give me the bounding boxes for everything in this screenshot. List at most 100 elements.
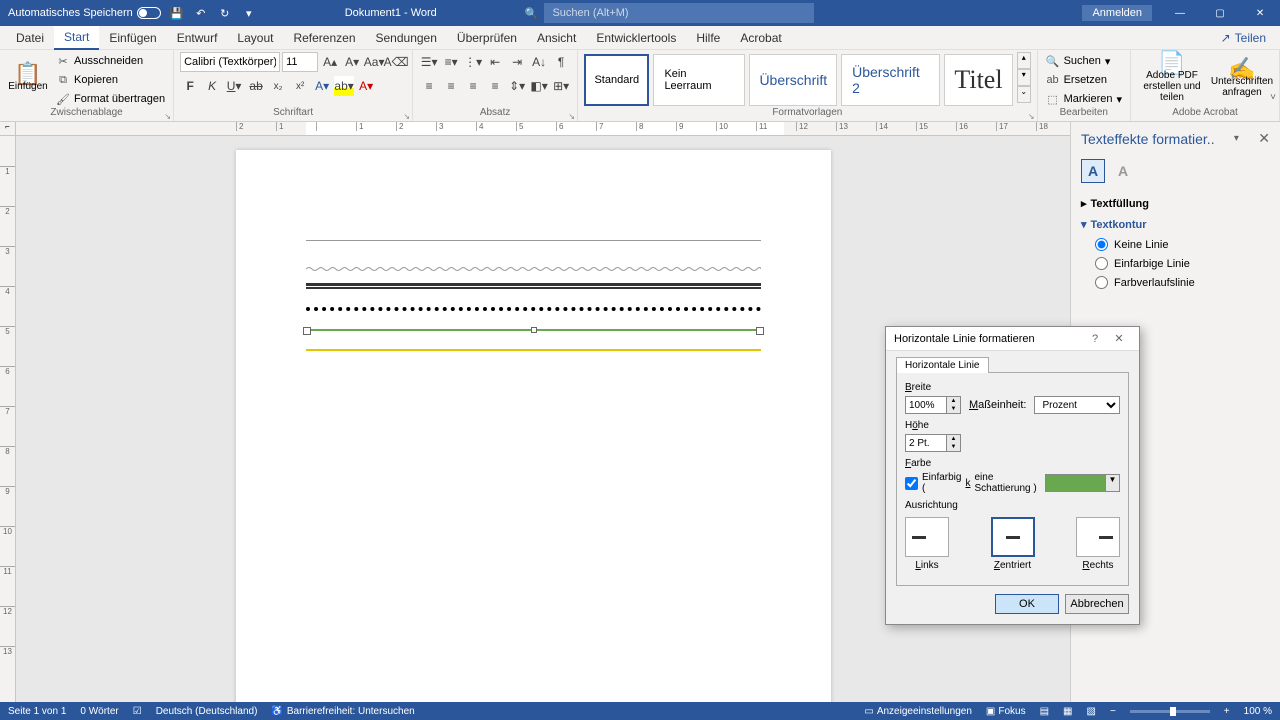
multilevel-button[interactable]: ⋮▾ bbox=[463, 52, 483, 72]
view-read-icon[interactable]: ▤ bbox=[1040, 706, 1049, 717]
clear-format-button[interactable]: A⌫ bbox=[386, 52, 406, 72]
superscript-button[interactable]: x² bbox=[290, 76, 310, 96]
radio-solid-line[interactable]: Einfarbige Linie bbox=[1081, 254, 1270, 273]
pane-close-button[interactable]: ✕ bbox=[1258, 130, 1270, 147]
copy-button[interactable]: ⧉Kopieren bbox=[54, 71, 167, 89]
align-right-button[interactable]: ≡ bbox=[463, 76, 483, 96]
font-color-button[interactable]: A▾ bbox=[356, 76, 376, 96]
tab-acrobat[interactable]: Acrobat bbox=[730, 27, 791, 49]
qat-more-icon[interactable]: ▾ bbox=[241, 5, 257, 21]
solid-color-checkbox[interactable]: Einfarbig (keine Schattierung ) bbox=[905, 472, 1037, 494]
launcher-icon[interactable]: ↘ bbox=[1028, 112, 1035, 121]
language-indicator[interactable]: Deutsch (Deutschland) bbox=[156, 706, 258, 717]
bullets-button[interactable]: ☰▾ bbox=[419, 52, 439, 72]
align-center-option[interactable] bbox=[991, 517, 1035, 557]
zoom-in-button[interactable]: + bbox=[1224, 706, 1230, 717]
word-count[interactable]: 0 Wörter bbox=[80, 706, 118, 717]
spin-down-icon[interactable]: ▼ bbox=[947, 405, 960, 413]
spin-up-icon[interactable]: ▲ bbox=[947, 397, 960, 405]
justify-button[interactable]: ≡ bbox=[485, 76, 505, 96]
dialog-tab[interactable]: Horizontale Linie bbox=[896, 357, 989, 373]
underline-button[interactable]: U▾ bbox=[224, 76, 244, 96]
tab-datei[interactable]: Datei bbox=[6, 27, 54, 49]
view-print-icon[interactable]: ▦ bbox=[1063, 706, 1072, 717]
save-icon[interactable]: 💾 bbox=[169, 5, 185, 21]
tab-layout[interactable]: Layout bbox=[227, 27, 283, 49]
tab-entwicklertools[interactable]: Entwicklertools bbox=[586, 27, 686, 49]
align-right-option[interactable] bbox=[1076, 517, 1120, 557]
adobe-pdf-button[interactable]: 📄 Adobe PDF erstellen und teilen bbox=[1137, 52, 1207, 108]
pane-tab-effects[interactable]: A bbox=[1111, 159, 1135, 183]
bold-button[interactable]: F bbox=[180, 76, 200, 96]
style-kein-leerraum[interactable]: Kein Leerraum bbox=[653, 54, 745, 106]
undo-icon[interactable]: ↶ bbox=[193, 5, 209, 21]
page-indicator[interactable]: Seite 1 von 1 bbox=[8, 706, 66, 717]
display-settings-button[interactable]: ▭ Anzeigeeinstellungen bbox=[864, 706, 972, 717]
sort-button[interactable]: A↓ bbox=[529, 52, 549, 72]
align-center-button[interactable]: ≡ bbox=[441, 76, 461, 96]
select-button[interactable]: ⬚Markieren ▾ bbox=[1044, 90, 1124, 108]
indent-inc-button[interactable]: ⇥ bbox=[507, 52, 527, 72]
italic-button[interactable]: K bbox=[202, 76, 222, 96]
align-left-option[interactable] bbox=[905, 517, 949, 557]
replace-button[interactable]: abErsetzen bbox=[1044, 71, 1124, 89]
font-name-select[interactable] bbox=[180, 52, 280, 72]
page[interactable] bbox=[236, 150, 831, 702]
radio-gradient-line[interactable]: Farbverlaufslinie bbox=[1081, 273, 1270, 292]
spellcheck-icon[interactable]: ☑ bbox=[133, 706, 142, 717]
collapse-ribbon-icon[interactable]: ˅ bbox=[1270, 92, 1276, 103]
grow-font-button[interactable]: A▴ bbox=[320, 52, 340, 72]
close-button[interactable]: ✕ bbox=[1240, 0, 1280, 26]
find-button[interactable]: 🔍Suchen ▾ bbox=[1044, 52, 1124, 70]
show-marks-button[interactable]: ¶ bbox=[551, 52, 571, 72]
styles-scroll[interactable]: ▴▾⌄ bbox=[1017, 52, 1031, 108]
tab-start[interactable]: Start bbox=[54, 26, 99, 50]
pane-tab-fill-outline[interactable]: A bbox=[1081, 159, 1105, 183]
accessibility-indicator[interactable]: ♿ Barrierefreiheit: Untersuchen bbox=[271, 706, 414, 717]
spin-up-icon[interactable]: ▲ bbox=[947, 435, 960, 443]
dialog-close-button[interactable]: ✕ bbox=[1107, 332, 1131, 345]
launcher-icon[interactable]: ↘ bbox=[164, 112, 171, 121]
view-web-icon[interactable]: ▧ bbox=[1087, 706, 1096, 717]
line-spacing-button[interactable]: ⇕▾ bbox=[507, 76, 527, 96]
tell-me-search[interactable] bbox=[544, 3, 814, 23]
section-textfill[interactable]: ▸ Textfüllung bbox=[1081, 193, 1270, 214]
style-titel[interactable]: Titel bbox=[944, 54, 1013, 106]
width-input[interactable] bbox=[906, 397, 946, 413]
section-textoutline[interactable]: ▾ Textkontur bbox=[1081, 214, 1270, 235]
height-input[interactable] bbox=[906, 435, 946, 451]
shrink-font-button[interactable]: A▾ bbox=[342, 52, 362, 72]
style-ueberschrift[interactable]: Überschrift bbox=[749, 54, 837, 106]
vertical-ruler[interactable]: 123 456 789 101112 13 bbox=[0, 136, 16, 702]
zoom-slider[interactable] bbox=[1130, 710, 1210, 713]
tab-ueberpruefen[interactable]: Überprüfen bbox=[447, 27, 527, 49]
font-size-select[interactable] bbox=[282, 52, 318, 72]
indent-dec-button[interactable]: ⇤ bbox=[485, 52, 505, 72]
cancel-button[interactable]: Abbrechen bbox=[1065, 594, 1129, 614]
style-ueberschrift2[interactable]: Überschrift 2 bbox=[841, 54, 940, 106]
numbering-button[interactable]: ≡▾ bbox=[441, 52, 461, 72]
dialog-help-button[interactable]: ? bbox=[1083, 333, 1107, 345]
radio-no-line[interactable]: Keine Linie bbox=[1081, 235, 1270, 254]
zoom-level[interactable]: 100 % bbox=[1244, 706, 1272, 717]
style-standard[interactable]: Standard bbox=[584, 54, 649, 106]
tab-entwurf[interactable]: Entwurf bbox=[167, 27, 228, 49]
tab-einfuegen[interactable]: Einfügen bbox=[99, 27, 166, 49]
tab-hilfe[interactable]: Hilfe bbox=[686, 27, 730, 49]
maximize-button[interactable]: ▢ bbox=[1200, 0, 1240, 26]
minimize-button[interactable]: — bbox=[1160, 0, 1200, 26]
pane-menu-icon[interactable]: ▾ bbox=[1234, 133, 1239, 144]
focus-button[interactable]: ▣ Fokus bbox=[986, 706, 1026, 717]
height-spinner[interactable]: ▲▼ bbox=[905, 434, 961, 452]
cut-button[interactable]: ✂Ausschneiden bbox=[54, 52, 167, 70]
tab-sendungen[interactable]: Sendungen bbox=[366, 27, 447, 49]
shading-button[interactable]: ◧▾ bbox=[529, 76, 549, 96]
change-case-button[interactable]: Aa▾ bbox=[364, 52, 384, 72]
spin-down-icon[interactable]: ▼ bbox=[947, 443, 960, 451]
signin-button[interactable]: Anmelden bbox=[1082, 5, 1152, 21]
hr-green-selected[interactable] bbox=[306, 329, 761, 331]
unit-select[interactable]: Prozent bbox=[1034, 396, 1120, 414]
ok-button[interactable]: OK bbox=[995, 594, 1059, 614]
adobe-sign-button[interactable]: ✍ Unterschriften anfragen bbox=[1211, 52, 1273, 108]
paste-button[interactable]: 📋 Einfügen bbox=[6, 52, 50, 108]
